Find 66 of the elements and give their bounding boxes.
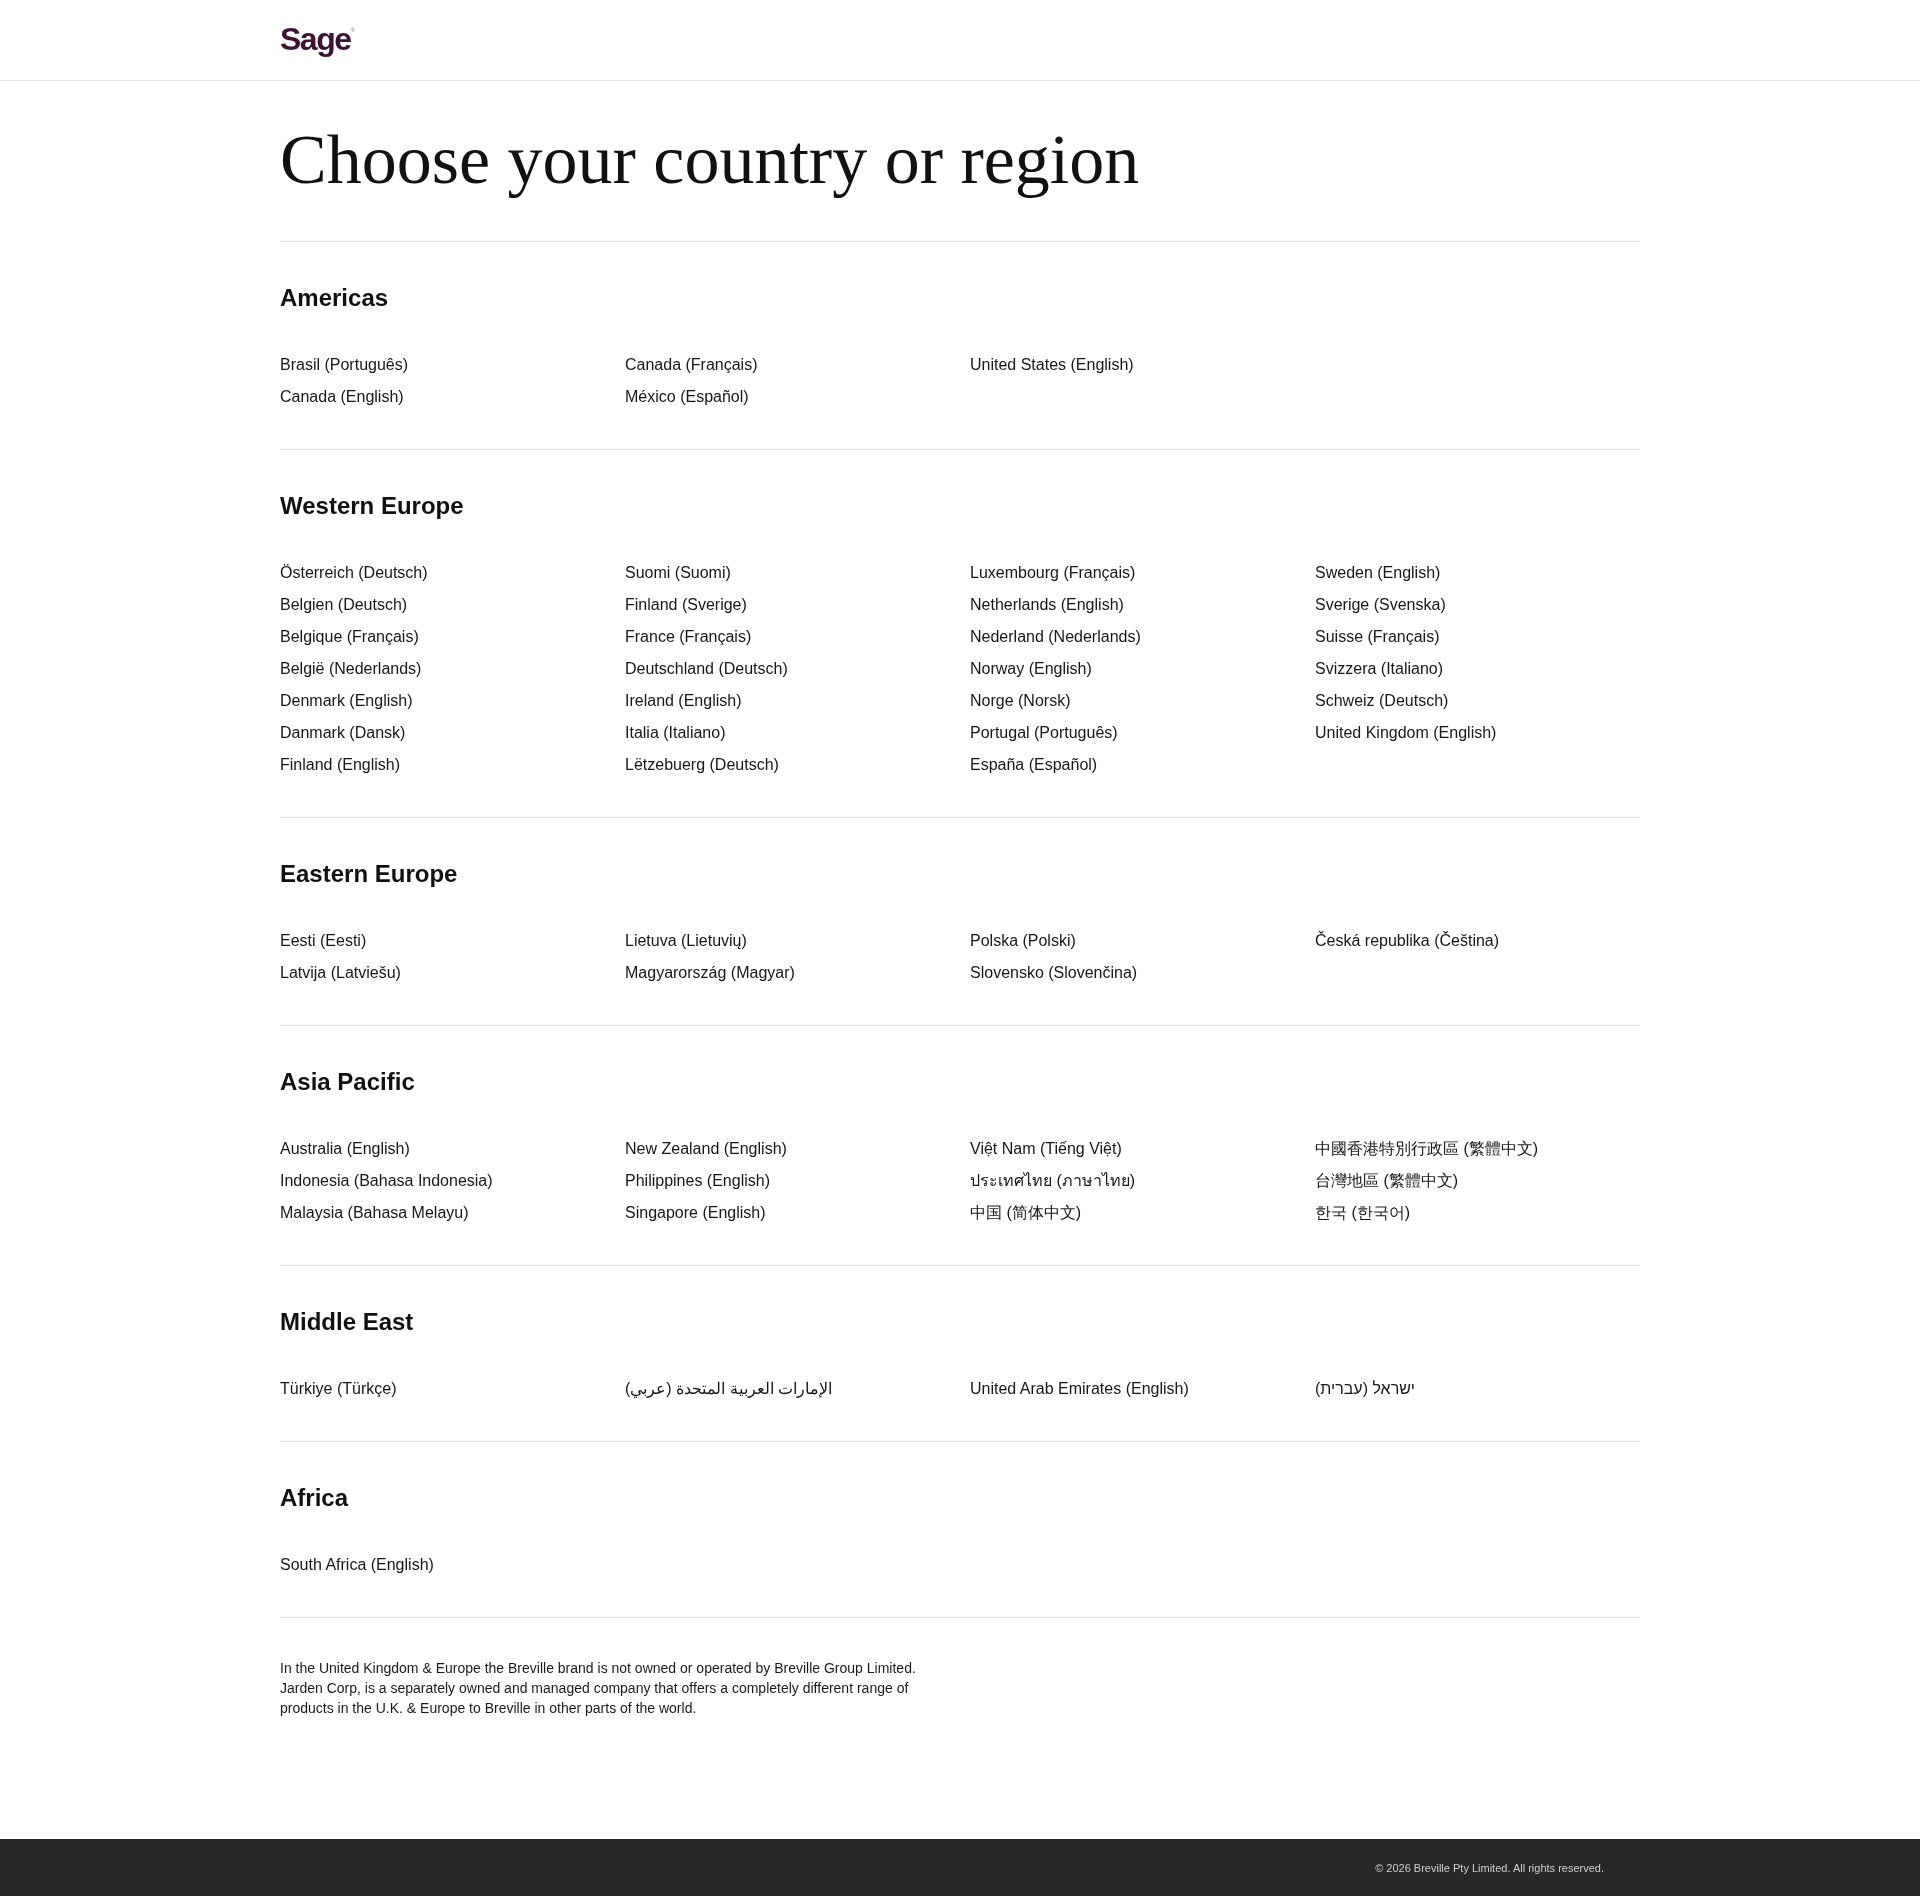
region-heading: Africa [280, 1483, 350, 1513]
country-link[interactable]: Portugal (Português) [970, 722, 1118, 744]
copyright-text: © 2026 Breville Pty Limited. All rights reserved. [1375, 1860, 1604, 1875]
country-link[interactable]: Philippines (English) [625, 1170, 770, 1192]
brand-logo[interactable]: Sage$^{®}$ [280, 22, 355, 58]
country-link[interactable]: Schweiz (Deutsch) [1315, 690, 1449, 712]
country-link[interactable]: 한국 (한국어) [1315, 1202, 1411, 1224]
country-link[interactable]: Belgique (Français) [280, 626, 419, 648]
country-link[interactable]: Ireland (English) [625, 690, 742, 712]
country-link[interactable]: Suomi (Suomi) [625, 562, 731, 584]
country-link[interactable]: Italia (Italiano) [625, 722, 726, 744]
country-link[interactable]: Eesti (Eesti) [280, 930, 367, 952]
country-link[interactable]: Finland (Sverige) [625, 594, 747, 616]
country-link[interactable]: Türkiye (Türkçe) [280, 1378, 397, 1400]
country-link[interactable]: Norway (English) [970, 658, 1092, 680]
country-link[interactable]: Malaysia (Bahasa Melayu) [280, 1202, 469, 1224]
country-link[interactable]: Svizzera (Italiano) [1315, 658, 1444, 680]
country-link[interactable]: Lietuva (Lietuvių) [625, 930, 747, 952]
country-link[interactable]: España (Español) [970, 754, 1098, 776]
country-link[interactable]: Finland (English) [280, 754, 401, 776]
country-link[interactable]: United States (English) [970, 354, 1134, 376]
disclaimer-text: In the United Kingdom & Europe the Breville brand is not owned or operated by Breville Group Limited. Jarden Corp, is a separately owned and managed company that offers a completely different range of products in the U.K. & Europe to Breville in other parts of the world. [280, 1659, 917, 1718]
country-link[interactable]: Slovensko (Slovenčina) [970, 962, 1138, 984]
region-heading: Middle East [280, 1307, 415, 1337]
country-link[interactable]: Danmark (Dansk) [280, 722, 406, 744]
region-heading: Americas [280, 283, 390, 313]
country-link[interactable]: Lëtzebuerg (Deutsch) [625, 754, 779, 776]
country-link[interactable]: Australia (English) [280, 1138, 410, 1160]
country-link[interactable]: Sverige (Svenska) [1315, 594, 1446, 616]
country-link[interactable]: Latvija (Latviešu) [280, 962, 401, 984]
country-link[interactable]: Indonesia (Bahasa Indonesia) [280, 1170, 493, 1192]
region-heading: Asia Pacific [280, 1067, 416, 1097]
country-link[interactable]: Việt Nam (Tiếng Việt) [970, 1138, 1122, 1160]
country-link[interactable]: Canada (English) [280, 386, 404, 408]
country-link[interactable]: 中國香港特別行政區 (繁體中文) [1315, 1138, 1539, 1160]
country-link[interactable]: Österreich (Deutsch) [280, 562, 428, 584]
country-link[interactable]: México (Español) [625, 386, 749, 408]
country-link[interactable]: Norge (Norsk) [970, 690, 1071, 712]
country-link[interactable]: 台灣地區 (繁體中文) [1315, 1170, 1459, 1192]
country-link[interactable]: Denmark (English) [280, 690, 413, 712]
country-link[interactable]: Singapore (English) [625, 1202, 766, 1224]
country-link[interactable]: ประเทศไทย (ภาษาไทย) [970, 1170, 1136, 1192]
country-link[interactable]: New Zealand (English) [625, 1138, 787, 1160]
page-title: Choose your country or region [280, 120, 1141, 200]
country-link[interactable]: Deutschland (Deutsch) [625, 658, 788, 680]
country-link[interactable]: Sweden (English) [1315, 562, 1441, 584]
region-heading: Western Europe [280, 491, 465, 521]
country-link[interactable]: ישראל (עברית) [1315, 1378, 1415, 1400]
country-link[interactable]: Canada (Français) [625, 354, 758, 376]
country-link[interactable]: Suisse (Français) [1315, 626, 1440, 648]
country-link[interactable]: France (Français) [625, 626, 752, 648]
country-link[interactable]: Nederland (Nederlands) [970, 626, 1141, 648]
country-link[interactable]: United Kingdom (English) [1315, 722, 1497, 744]
country-link[interactable]: Netherlands (English) [970, 594, 1124, 616]
country-link[interactable]: Česká republika (Čeština) [1315, 930, 1500, 952]
country-link[interactable]: South Africa (English) [280, 1554, 434, 1576]
country-link[interactable]: Belgien (Deutsch) [280, 594, 408, 616]
region-heading: Eastern Europe [280, 859, 459, 889]
country-link[interactable]: Polska (Polski) [970, 930, 1076, 952]
country-link[interactable]: 中国 (简体中文) [970, 1202, 1082, 1224]
country-link[interactable]: الإمارات العربية المتحدة (عربي) [625, 1378, 832, 1400]
country-link[interactable]: Luxembourg (Français) [970, 562, 1136, 584]
country-link[interactable]: United Arab Emirates (English) [970, 1378, 1189, 1400]
country-link[interactable]: België (Nederlands) [280, 658, 422, 680]
country-link[interactable]: Magyarország (Magyar) [625, 962, 795, 984]
country-link[interactable]: Brasil (Português) [280, 354, 409, 376]
